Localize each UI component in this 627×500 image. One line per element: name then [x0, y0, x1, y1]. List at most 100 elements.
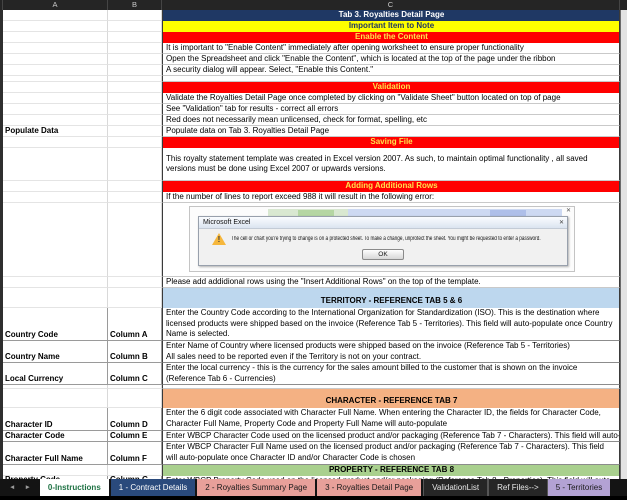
- cell-c[interactable]: Enter the local currency - this is the c…: [162, 363, 620, 385]
- section-header-cell[interactable]: Enable the Content: [162, 32, 620, 43]
- cell-a[interactable]: [3, 192, 108, 203]
- cell-b[interactable]: Column D: [108, 408, 162, 431]
- cell-a[interactable]: [3, 465, 108, 476]
- cell-b[interactable]: [108, 21, 162, 32]
- cell-a[interactable]: Country Name: [3, 341, 108, 363]
- cell-a[interactable]: Country Code: [3, 308, 108, 341]
- tab-scroll-left-icon[interactable]: ◄: [9, 484, 15, 491]
- tab-scroll-right-icon[interactable]: ►: [24, 484, 30, 491]
- cell-a[interactable]: [3, 54, 108, 65]
- section-header-cell[interactable]: Tab 3. Royalties Detail Page: [162, 10, 620, 21]
- cell-c[interactable]: If the number of lines to report exceed …: [162, 192, 620, 203]
- cell-a[interactable]: [3, 288, 108, 308]
- cell-b[interactable]: [108, 203, 162, 277]
- sheet-tab-ref-files[interactable]: Ref Files-->: [488, 479, 548, 496]
- tab-navigation: ◄ ►: [0, 479, 40, 496]
- cell-a[interactable]: Character Full Name: [3, 442, 108, 465]
- cell-b[interactable]: [108, 32, 162, 43]
- cell-a[interactable]: [3, 181, 108, 192]
- cell-a[interactable]: [3, 389, 108, 408]
- section-header-cell[interactable]: TERRITORY - REFERENCE TAB 5 & 6: [162, 288, 620, 308]
- cell-a[interactable]: [3, 43, 108, 54]
- sheet-row: ✕ Microsoft Excel ✕ ! The cell or chart …: [3, 203, 620, 277]
- column-header-b[interactable]: B: [108, 0, 162, 10]
- cell-a[interactable]: [3, 277, 108, 288]
- cell-a[interactable]: Character ID: [3, 408, 108, 431]
- cell-b[interactable]: [108, 115, 162, 126]
- cell-a[interactable]: [3, 65, 108, 76]
- cell-a[interactable]: Populate Data: [3, 126, 108, 137]
- cell-b[interactable]: [108, 54, 162, 65]
- sheet-tab-3-royalties-detail-page[interactable]: 3 - Royalties Detail Page: [317, 479, 421, 496]
- section-header-cell[interactable]: CHARACTER - REFERENCE TAB 7: [162, 389, 620, 408]
- cell-c[interactable]: Red does not necessarily mean unlicensed…: [162, 115, 620, 126]
- cell-c[interactable]: It is important to "Enable Content" imme…: [162, 43, 620, 54]
- cell-a[interactable]: [3, 137, 108, 148]
- cell-b[interactable]: Column A: [108, 308, 162, 341]
- cell-c[interactable]: Enter the 6 digit code associated with C…: [162, 408, 620, 431]
- cell-b[interactable]: [108, 465, 162, 476]
- section-header-cell[interactable]: PROPERTY - REFERENCE TAB 8: [162, 465, 620, 476]
- cell-a[interactable]: [3, 104, 108, 115]
- cell-a[interactable]: [3, 32, 108, 43]
- cell-b[interactable]: [108, 10, 162, 21]
- sheet-tab-validationlist[interactable]: ValidationList: [423, 479, 488, 496]
- cell-b[interactable]: [108, 288, 162, 308]
- cell-c[interactable]: See "Validation" tab for results - corre…: [162, 104, 620, 115]
- cell-b[interactable]: [108, 43, 162, 54]
- cell-a[interactable]: [3, 115, 108, 126]
- cell-c[interactable]: Enter WBCP Character Full Name used on t…: [162, 442, 620, 465]
- section-header-cell[interactable]: Validation: [162, 82, 620, 93]
- cell-c[interactable]: This royalty statement template was crea…: [162, 148, 620, 181]
- cell-a[interactable]: [3, 10, 108, 21]
- column-header-strip: A B C: [0, 0, 627, 10]
- cell-b[interactable]: [108, 137, 162, 148]
- cell-c[interactable]: A security dialog will appear. Select, "…: [162, 65, 620, 76]
- sheet-row: Populate Data Populate data on Tab 3. Roy…: [3, 126, 620, 137]
- section-header-cell[interactable]: Important Item to Note: [162, 21, 620, 32]
- cell-b[interactable]: [108, 82, 162, 93]
- cell-c[interactable]: Enter Name of Country where licensed pro…: [162, 341, 620, 363]
- cell-text: Enter the 6 digit code associated with C…: [163, 408, 619, 429]
- cell-b[interactable]: [108, 389, 162, 408]
- section-header-cell[interactable]: Adding Additional Rows: [162, 181, 620, 192]
- cell-b[interactable]: Column C: [108, 363, 162, 385]
- sheet-tab-5-territories[interactable]: 5 - Territories: [548, 479, 611, 496]
- cell-text: It is important to "Enable Content" imme…: [163, 43, 526, 54]
- cell-c[interactable]: Enter the Country Code according to the …: [162, 308, 620, 341]
- vertical-scrollbar[interactable]: [620, 10, 627, 480]
- cell-b[interactable]: Column F: [108, 442, 162, 465]
- cell-c[interactable]: Please add addidional rows using the "In…: [162, 277, 620, 288]
- cell-b[interactable]: [108, 148, 162, 181]
- cell-a[interactable]: [3, 82, 108, 93]
- cell-c[interactable]: Open the Spreadsheet and click "Enable t…: [162, 54, 620, 65]
- cell-a[interactable]: [3, 203, 108, 277]
- cell-c[interactable]: Enter WBCP Character Code used on the li…: [162, 431, 620, 442]
- cell-b[interactable]: Column B: [108, 341, 162, 363]
- cell-b[interactable]: [108, 65, 162, 76]
- cell-b[interactable]: [108, 126, 162, 137]
- cell-b[interactable]: [108, 277, 162, 288]
- dialog-body: ! The cell or chart you're trying to cha…: [199, 229, 567, 265]
- sheet-tab-1-contract-details[interactable]: 1 - Contract Details: [111, 479, 195, 496]
- cell-a[interactable]: Local Currency: [3, 363, 108, 385]
- section-header-cell[interactable]: Saving File: [162, 137, 620, 148]
- cell-a[interactable]: [3, 93, 108, 104]
- cell-b[interactable]: [108, 181, 162, 192]
- sheet-tab-0-instructions[interactable]: 0-Instructions: [40, 479, 109, 496]
- cell-b[interactable]: [108, 93, 162, 104]
- cell-c[interactable]: ✕ Microsoft Excel ✕ ! The cell or chart …: [162, 203, 620, 277]
- section-header-label: Validation: [370, 82, 413, 93]
- cell-a[interactable]: [3, 21, 108, 32]
- dialog-title: Microsoft Excel: [203, 219, 250, 226]
- cell-b[interactable]: Column E: [108, 431, 162, 442]
- sheet-tab-2-royalties-summary-page[interactable]: 2 - Royalties Summary Page: [197, 479, 315, 496]
- cell-a[interactable]: Character Code: [3, 431, 108, 442]
- cell-c[interactable]: Validate the Royalties Detail Page once …: [162, 93, 620, 104]
- column-header-c[interactable]: C: [162, 0, 620, 10]
- cell-a[interactable]: [3, 148, 108, 181]
- cell-b[interactable]: [108, 104, 162, 115]
- cell-b[interactable]: [108, 192, 162, 203]
- cell-c[interactable]: Populate data on Tab 3. Royalties Detail…: [162, 126, 620, 137]
- column-header-a[interactable]: A: [3, 0, 108, 10]
